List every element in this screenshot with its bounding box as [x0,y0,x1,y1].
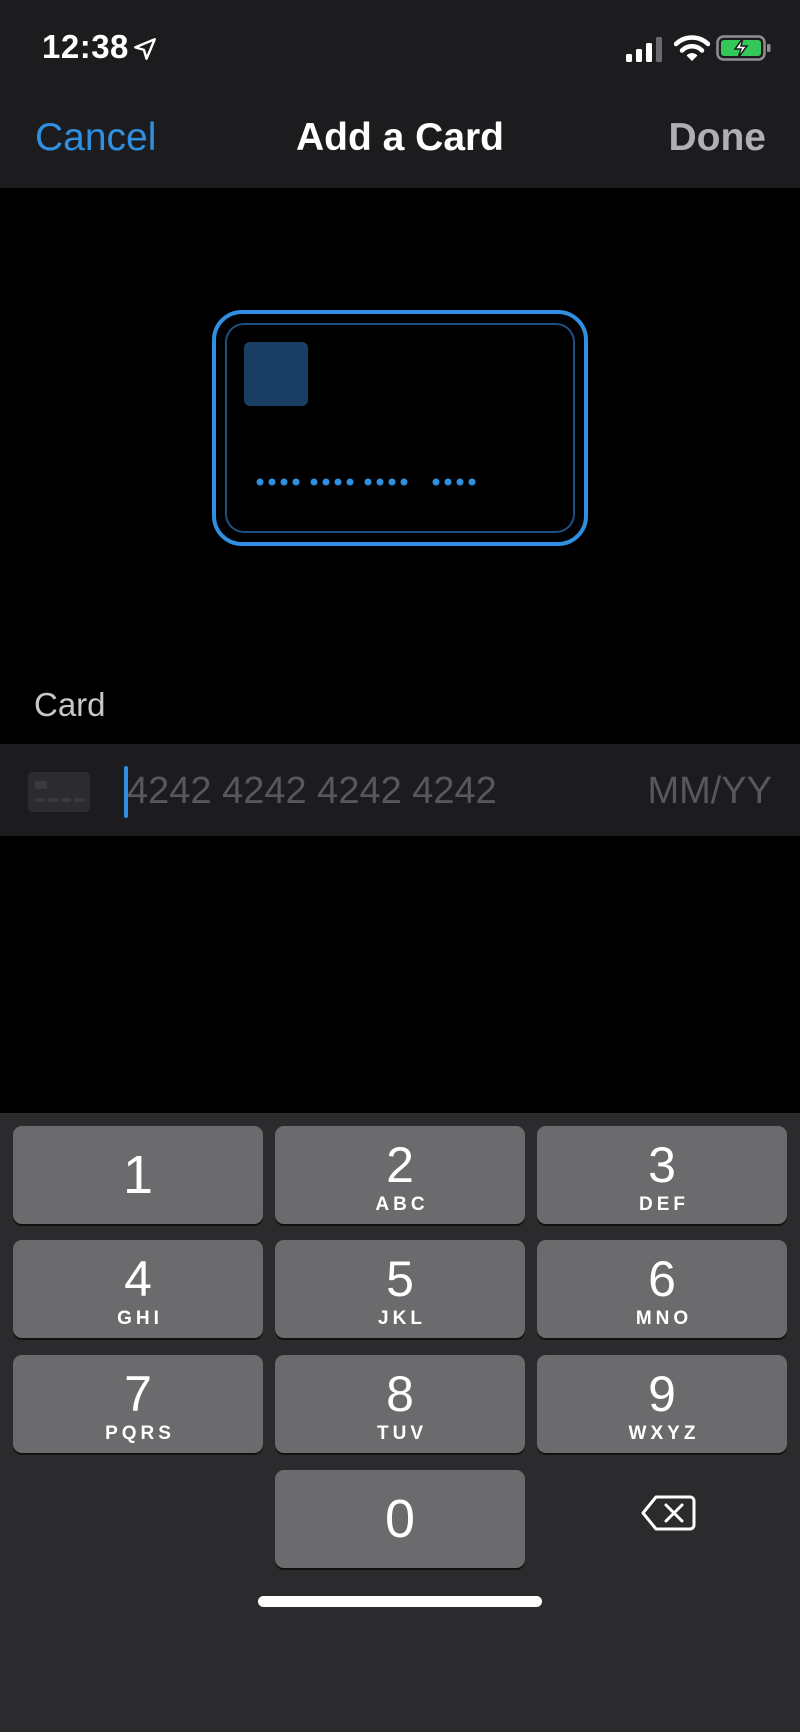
expiry-date-input[interactable] [602,756,772,826]
key-1[interactable]: 1 [13,1126,263,1224]
home-indicator[interactable] [258,1596,542,1607]
key-number: 5 [386,1251,414,1307]
key-number: 1 [122,1145,154,1205]
key-6[interactable]: 6 MNO [537,1240,787,1338]
key-0[interactable]: 0 [275,1470,525,1568]
key-number: 0 [384,1489,416,1549]
key-7[interactable]: 7 PQRS [13,1355,263,1453]
header-area: 12:38 Cancel Add a Card Done [0,0,800,188]
key-2[interactable]: 2 ABC [275,1126,525,1224]
battery-charging-icon [716,35,771,61]
key-number: 2 [386,1137,414,1193]
key-number: 9 [648,1366,676,1422]
key-number: 7 [124,1366,152,1422]
delete-backspace-icon[interactable] [640,1493,696,1533]
key-5[interactable]: 5 JKL [275,1240,525,1338]
key-letters: PQRS [105,1423,175,1444]
card-section-label: Card [34,686,106,723]
key-8[interactable]: 8 TUV [275,1355,525,1453]
wifi-icon [674,35,710,61]
key-number: 8 [386,1366,414,1422]
key-number: 4 [124,1251,152,1307]
key-3[interactable]: 3 DEF [537,1126,787,1224]
done-button[interactable]: Done [669,116,767,160]
key-number: 6 [648,1251,676,1307]
key-letters: ABC [375,1194,429,1215]
key-letters: TUV [377,1423,427,1444]
card-number-input[interactable] [127,756,567,826]
cellular-signal-icon [626,37,662,62]
key-letters: GHI [117,1308,163,1329]
key-number: 3 [648,1137,676,1193]
key-9[interactable]: 9 WXYZ [537,1355,787,1453]
status-time: 12:38 [42,28,129,65]
key-letters: WXYZ [628,1423,700,1444]
numeric-keypad: 1 2 ABC 3 DEF 4 GHI 5 JKL 6 MNO 7 PQRS 8… [0,1113,800,1732]
credit-card-illustration [212,310,588,546]
card-input-row [0,744,800,836]
generic-card-icon [28,772,90,812]
key-4[interactable]: 4 GHI [13,1240,263,1338]
key-letters: MNO [635,1308,693,1329]
key-letters: JKL [378,1308,426,1329]
navigation-bar: Cancel Add a Card Done [0,96,800,188]
key-letters: DEF [639,1194,689,1215]
status-bar: 12:38 [0,0,800,96]
location-arrow-icon [134,38,156,60]
